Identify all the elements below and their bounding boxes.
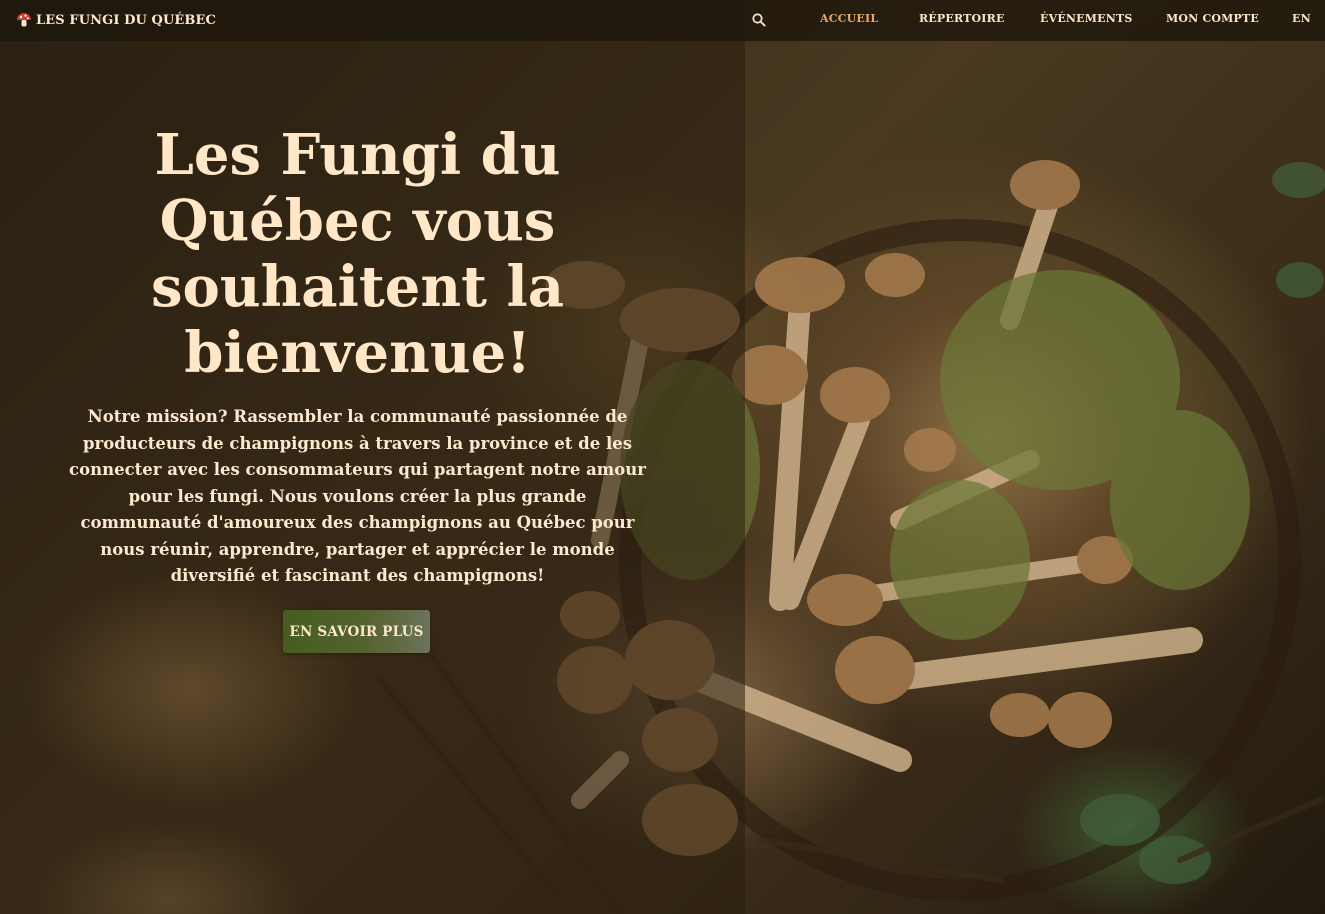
hero-title: Les Fungi du Québec vous souhaitent la b… — [151, 122, 564, 386]
language-toggle[interactable]: EN — [1292, 12, 1311, 25]
nav-link-mon-compte[interactable]: MON COMPTE — [1166, 12, 1259, 25]
top-navigation-bar: LES FUNGI DU QUÉBEC ACCUEIL RÉPERTOIRE É… — [0, 0, 1325, 41]
brand-name: LES FUNGI DU QUÉBEC — [36, 12, 216, 28]
mushroom-icon — [17, 13, 31, 27]
search-icon[interactable] — [751, 12, 767, 28]
brand-logo[interactable]: LES FUNGI DU QUÉBEC — [16, 12, 216, 28]
mission-statement: Notre mission? Rassembler la communauté … — [69, 407, 646, 585]
nav-link-evenements[interactable]: ÉVÉNEMENTS — [1040, 12, 1133, 25]
nav-link-repertoire[interactable]: RÉPERTOIRE — [919, 12, 1005, 25]
learn-more-button[interactable]: EN SAVOIR PLUS — [283, 610, 430, 653]
nav-link-accueil[interactable]: ACCUEIL — [820, 12, 878, 25]
